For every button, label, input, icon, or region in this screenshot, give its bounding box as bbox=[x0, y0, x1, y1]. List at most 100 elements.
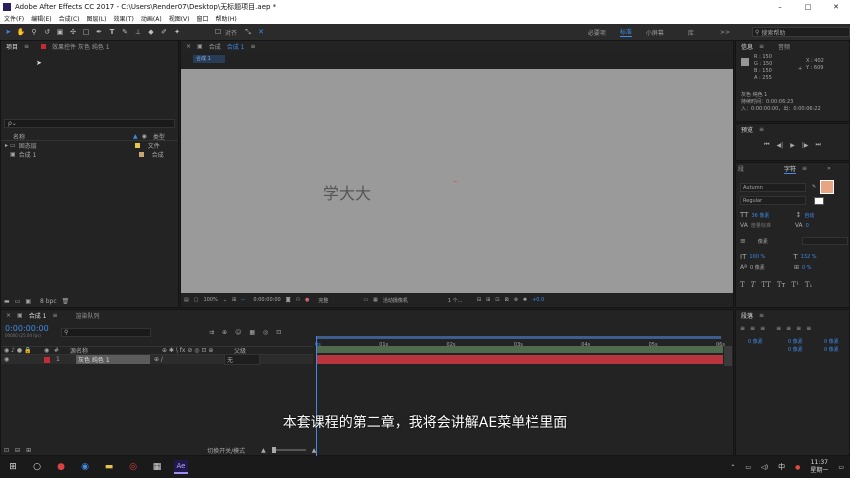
comp-breadcrumb[interactable]: 合成 1 bbox=[193, 55, 225, 63]
layer-label-color[interactable] bbox=[44, 356, 50, 363]
new-comp-icon[interactable]: ▣ bbox=[25, 298, 31, 305]
eraser-tool-icon[interactable]: ◆ bbox=[146, 27, 156, 37]
trash-icon[interactable]: 🗑 bbox=[62, 298, 70, 305]
fast-previews-icon[interactable]: ⊡ bbox=[495, 297, 499, 303]
subscript-button[interactable]: T₁ bbox=[805, 281, 812, 289]
snapshot-icon[interactable]: ◙ bbox=[286, 297, 291, 303]
region-of-interest-icon[interactable]: ▭ bbox=[363, 297, 368, 303]
zoom-dropdown[interactable]: 100% bbox=[203, 297, 217, 303]
ime-indicator[interactable]: 中 bbox=[778, 462, 785, 472]
stroke-color-swatch[interactable] bbox=[814, 196, 824, 205]
small-caps-button[interactable]: Tт bbox=[777, 281, 786, 289]
previous-frame-icon[interactable]: ◀| bbox=[777, 142, 784, 149]
close-tab-icon[interactable]: × bbox=[186, 43, 191, 50]
justify-last-center-icon[interactable]: ≡ bbox=[786, 325, 791, 332]
toggle-pixel-icon[interactable]: ⊞ bbox=[486, 297, 490, 303]
font-family-dropdown[interactable]: Autumn bbox=[740, 182, 806, 192]
app-icon-2[interactable]: ▦ bbox=[150, 460, 164, 474]
clock[interactable]: 11:37 星期一 bbox=[810, 459, 828, 475]
bpc-indicator[interactable]: 8 bpc bbox=[40, 298, 57, 305]
chevron-down-icon[interactable]: ⌄ bbox=[223, 297, 227, 303]
info-tab[interactable]: 信息 bbox=[741, 42, 753, 51]
align-center-icon[interactable]: ≡ bbox=[750, 325, 755, 332]
toggle-switches-modes[interactable]: 切换开关/模式 bbox=[207, 446, 245, 455]
interpret-footage-icon[interactable]: ▬ bbox=[4, 298, 10, 305]
parent-dropdown[interactable]: 无 bbox=[224, 354, 260, 365]
resolution-dropdown[interactable]: 完整 bbox=[318, 297, 358, 304]
panel-menu-icon[interactable]: ≡ bbox=[52, 312, 57, 319]
comp-viewer-canvas[interactable]: 学大大 ⌁ bbox=[181, 69, 733, 293]
timeline-scrollbar[interactable] bbox=[724, 346, 732, 366]
play-icon[interactable]: ▶ bbox=[790, 142, 795, 149]
panel-menu-icon[interactable]: ≡ bbox=[759, 312, 764, 319]
flowchart-icon[interactable]: ⊗ bbox=[514, 297, 518, 303]
stroke-width-value[interactable]: 像素 bbox=[758, 238, 802, 245]
snap-icon[interactable]: ⤡ bbox=[243, 27, 253, 37]
snap-options-icon[interactable]: ✕ bbox=[256, 27, 266, 37]
workspace-library[interactable]: 库 bbox=[688, 28, 694, 37]
workspace-more[interactable]: >> bbox=[720, 29, 730, 36]
column-name[interactable]: 名称 bbox=[13, 132, 133, 141]
timeline-tab[interactable]: 合成 1 bbox=[29, 311, 47, 320]
align-right-icon[interactable]: ≡ bbox=[760, 325, 765, 332]
justify-all-icon[interactable]: ≡ bbox=[806, 325, 811, 332]
file-explorer-icon[interactable]: ▬ bbox=[102, 460, 116, 474]
panel-menu-icon[interactable]: ≡ bbox=[802, 165, 807, 172]
font-style-dropdown[interactable]: Regular bbox=[740, 196, 806, 205]
grid-icon[interactable]: ⊞ bbox=[232, 297, 236, 303]
menu-composition[interactable]: 合成(C) bbox=[59, 14, 80, 23]
paragraph-short-tab[interactable]: 段 bbox=[738, 164, 744, 173]
close-button[interactable]: ✕ bbox=[822, 3, 850, 11]
superscript-button[interactable]: T¹ bbox=[791, 281, 798, 289]
workspace-essentials[interactable]: 必要项 bbox=[588, 28, 606, 37]
draft-3d-icon[interactable]: ⊕ bbox=[222, 329, 227, 336]
menu-window[interactable]: 窗口 bbox=[196, 14, 208, 23]
justify-last-right-icon[interactable]: ≡ bbox=[796, 325, 801, 332]
timeline-icon[interactable]: ⊠ bbox=[505, 297, 509, 303]
space-after-value[interactable]: 0 像素 bbox=[824, 346, 839, 353]
menu-file[interactable]: 文件(F) bbox=[4, 14, 24, 23]
always-preview-icon[interactable]: ▤ bbox=[184, 297, 189, 303]
column-type[interactable]: 类型 bbox=[153, 132, 165, 141]
menu-help[interactable]: 帮助(H) bbox=[216, 14, 237, 23]
expand-panel-icon[interactable]: » bbox=[827, 165, 831, 172]
preview-tab[interactable]: 预览 bbox=[741, 125, 753, 134]
indent-left-value[interactable]: 0 像素 bbox=[748, 338, 763, 345]
exposure-icon[interactable]: ✺ bbox=[523, 297, 527, 303]
vertical-scale-value[interactable]: 100 % bbox=[749, 254, 793, 260]
hand-tool-icon[interactable]: ✋ bbox=[16, 27, 26, 37]
column-source-name[interactable]: 源名称 bbox=[70, 346, 162, 355]
rectangle-tool-icon[interactable]: □ bbox=[81, 27, 91, 37]
view-options-icon[interactable]: ⊟ bbox=[477, 297, 481, 303]
expand-arrow-icon[interactable]: ▸ bbox=[5, 142, 8, 149]
align-left-icon[interactable]: ≡ bbox=[740, 325, 745, 332]
composition-mini-flowchart-icon[interactable]: ⇉ bbox=[209, 329, 214, 336]
align-checkbox[interactable]: ☐ bbox=[213, 27, 223, 37]
faux-bold-button[interactable]: T bbox=[740, 281, 745, 289]
type-tool-icon[interactable]: T bbox=[107, 27, 117, 37]
visibility-eye-icon[interactable]: ◉ bbox=[4, 356, 44, 363]
maximize-button[interactable]: □ bbox=[794, 3, 822, 11]
work-area-bar[interactable] bbox=[317, 336, 721, 339]
menu-view[interactable]: 视图(V) bbox=[169, 14, 190, 23]
font-size-value[interactable]: 36 像素 bbox=[751, 212, 795, 219]
faux-italic-button[interactable]: T bbox=[751, 281, 756, 289]
antivirus-icon[interactable]: ● bbox=[795, 464, 800, 471]
project-tab[interactable]: 项目 bbox=[6, 42, 18, 51]
composition-tab-name[interactable]: 合成 1 bbox=[227, 42, 245, 51]
puppet-pin-tool-icon[interactable]: ✦ bbox=[172, 27, 182, 37]
last-frame-icon[interactable]: ⏭ bbox=[815, 141, 820, 149]
menu-layer[interactable]: 图层(L) bbox=[87, 14, 107, 23]
show-snapshot-icon[interactable]: ⚇ bbox=[296, 297, 300, 303]
baseline-shift-value[interactable]: 0 像素 bbox=[750, 264, 794, 271]
layer-duration-bar[interactable] bbox=[317, 355, 723, 364]
effect-controls-tab[interactable]: 效果控件 灰色 纯色 1 bbox=[52, 42, 110, 51]
pan-behind-tool-icon[interactable]: ✣ bbox=[68, 27, 78, 37]
zoom-tool-icon[interactable]: ⚲ bbox=[29, 27, 39, 37]
current-time[interactable]: 0:00:00:00 bbox=[253, 297, 280, 303]
motion-blur-icon[interactable]: ◎ bbox=[263, 329, 268, 336]
panel-menu-icon[interactable]: ≡ bbox=[759, 126, 764, 133]
indent-right-value[interactable]: 0 像素 bbox=[788, 338, 803, 345]
tsume-value[interactable]: 0 % bbox=[802, 265, 812, 271]
volume-icon[interactable]: ◁) bbox=[761, 464, 768, 471]
